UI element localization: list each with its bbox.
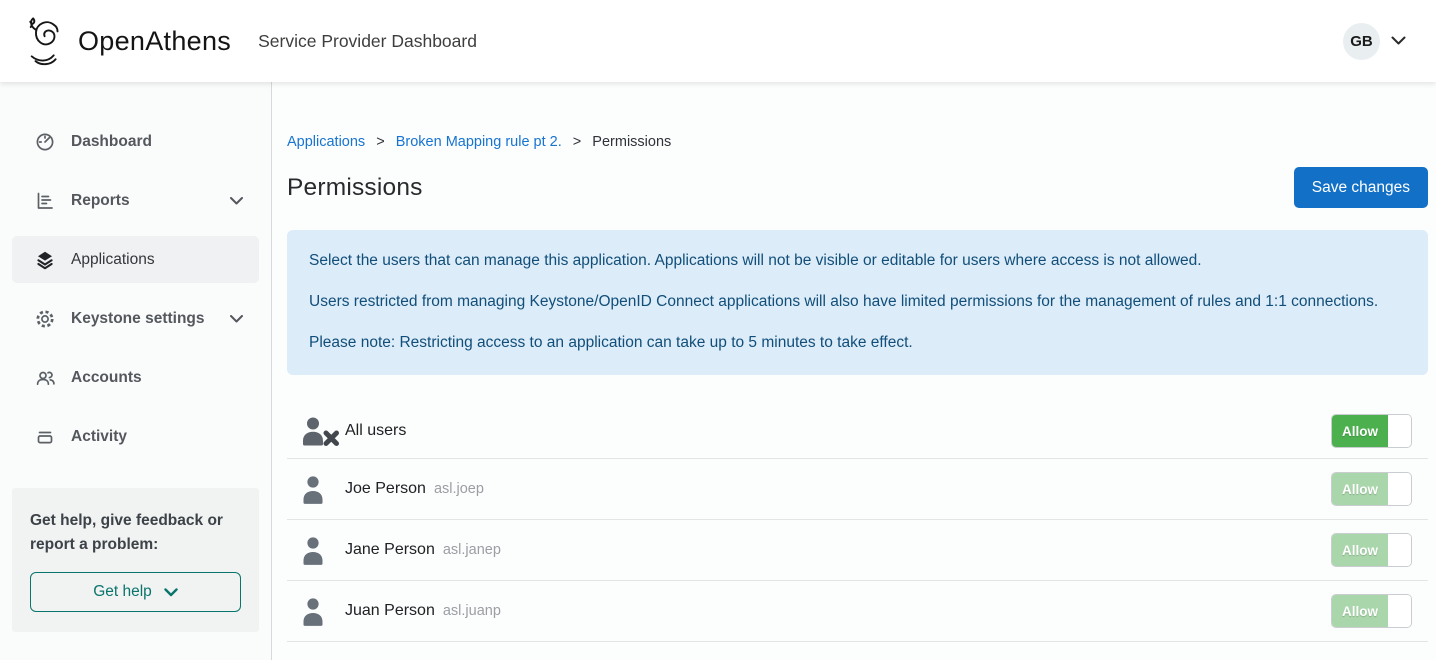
breadcrumb-current: Permissions [592, 134, 671, 150]
top-header: OpenAthens Service Provider Dashboard GB [0, 0, 1436, 82]
user-name: Joe Person [345, 480, 426, 498]
user-username: asl.joep [434, 481, 484, 497]
user-row: Juan Person asl.juanp Allow [287, 581, 1428, 642]
user-name: Jane Person [345, 541, 435, 559]
allow-toggle-label: Allow [1332, 534, 1388, 566]
info-paragraph: Users restricted from managing Keystone/… [309, 292, 1406, 312]
person-icon [299, 474, 345, 504]
allow-toggle[interactable]: Allow [1331, 472, 1412, 506]
layers-icon [34, 250, 56, 270]
tray-icon [34, 427, 56, 447]
sidebar-item-dashboard[interactable]: Dashboard [12, 118, 259, 165]
sidebar-item-label: Activity [71, 428, 127, 446]
app-title: Service Provider Dashboard [258, 31, 477, 52]
header-right: GB [1343, 23, 1406, 60]
speedometer-icon [34, 132, 56, 152]
gear-icon [34, 309, 56, 329]
brand-wordmark: OpenAthens [78, 26, 231, 57]
info-box: Select the users that can manage this ap… [287, 230, 1428, 375]
user-name: Juan Person [345, 602, 435, 620]
sidebar-item-label: Keystone settings [71, 310, 205, 328]
allow-toggle-track [1388, 415, 1411, 447]
sidebar-item-keystone-settings[interactable]: Keystone settings [12, 295, 259, 342]
sidebar-item-label: Dashboard [71, 133, 152, 151]
user-row: Jane Person asl.janep Allow [287, 520, 1428, 581]
breadcrumb-separator: > [376, 134, 384, 150]
breadcrumb: Applications > Broken Mapping rule pt 2.… [287, 134, 1428, 150]
people-icon [34, 368, 56, 388]
app-root: OpenAthens Service Provider Dashboard GB… [0, 0, 1436, 660]
allow-toggle-track [1388, 595, 1411, 627]
sidebar-item-label: Applications [71, 251, 155, 269]
openathens-owl-logo-icon [24, 16, 70, 66]
locale-avatar[interactable]: GB [1343, 23, 1380, 60]
breadcrumb-separator: > [573, 134, 581, 150]
sidebar-item-activity[interactable]: Activity [12, 413, 259, 460]
person-icon [299, 596, 345, 626]
get-help-button[interactable]: Get help [30, 572, 241, 612]
allow-toggle[interactable]: Allow [1331, 594, 1412, 628]
user-username: asl.juanp [443, 603, 501, 619]
sidebar: Dashboard Reports [0, 82, 272, 660]
breadcrumb-link-application-name[interactable]: Broken Mapping rule pt 2. [396, 134, 562, 150]
page-title: Permissions [287, 174, 423, 202]
permissions-user-list: All users Allow Joe Person asl.joep [287, 408, 1428, 642]
report-chart-icon [34, 191, 56, 211]
allow-toggle-label: Allow [1332, 473, 1388, 505]
save-changes-button[interactable]: Save changes [1294, 167, 1428, 208]
allow-toggle[interactable]: Allow [1331, 414, 1412, 448]
allow-toggle-label: Allow [1332, 415, 1388, 447]
chevron-down-icon [230, 197, 243, 205]
info-paragraph: Please note: Restricting access to an ap… [309, 333, 1406, 353]
chevron-down-icon[interactable] [1391, 36, 1406, 46]
allow-toggle-label: Allow [1332, 595, 1388, 627]
person-icon [299, 535, 345, 565]
info-paragraph: Select the users that can manage this ap… [309, 251, 1406, 271]
help-text: Get help, give feedback or report a prob… [30, 509, 241, 557]
allow-toggle-track [1388, 473, 1411, 505]
get-help-label: Get help [93, 583, 152, 601]
chevron-down-icon [230, 315, 243, 323]
allow-toggle-track [1388, 534, 1411, 566]
main-content: Applications > Broken Mapping rule pt 2.… [272, 82, 1436, 660]
sidebar-item-label: Accounts [71, 369, 142, 387]
user-username: asl.janep [443, 542, 501, 558]
sidebar-item-applications[interactable]: Applications [12, 236, 259, 283]
title-row: Permissions Save changes [287, 167, 1428, 208]
sidebar-item-reports[interactable]: Reports [12, 177, 259, 224]
user-row: Joe Person asl.joep Allow [287, 459, 1428, 520]
allow-toggle[interactable]: Allow [1331, 533, 1412, 567]
body: Dashboard Reports [0, 82, 1436, 660]
breadcrumb-link-applications[interactable]: Applications [287, 134, 365, 150]
sidebar-item-label: Reports [71, 192, 130, 210]
all-users-label: All users [345, 422, 406, 440]
help-box: Get help, give feedback or report a prob… [12, 488, 259, 632]
all-users-blocked-icon [299, 416, 345, 446]
sidebar-item-accounts[interactable]: Accounts [12, 354, 259, 401]
chevron-down-icon [164, 588, 178, 597]
all-users-row: All users Allow [287, 408, 1428, 459]
